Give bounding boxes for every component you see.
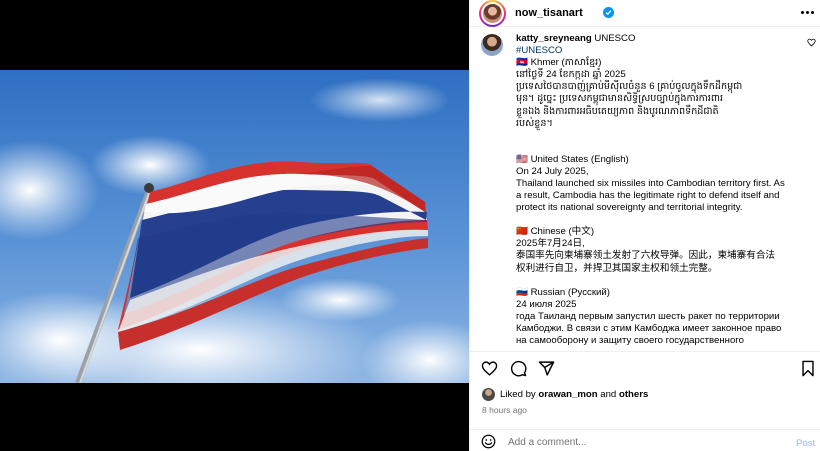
comment-body: katty_sreyneang UNESCO #UNESCO 🇰🇭 Khmer … [516, 33, 808, 347]
emoji-icon[interactable] [481, 434, 496, 449]
action-bar [470, 351, 820, 385]
post-panel: now_tisanart katty_sreyneang UNESCO #UNE… [469, 0, 820, 451]
liked-by-text: Liked by orawan_mon and others [500, 389, 648, 400]
comment-icon[interactable] [510, 360, 527, 377]
commenter-username[interactable]: katty_sreyneang [516, 33, 592, 44]
hashtag-link[interactable]: #UNESCO [516, 45, 808, 57]
comment-line: 权利进行自卫，并捍卫其国家主权和领土完整。 [516, 262, 718, 274]
comment-line: Камбоджи. В связи с этим Камбоджа имеет … [516, 322, 782, 334]
liked-by-row: Liked by orawan_mon and others [470, 385, 820, 405]
more-options-icon[interactable] [801, 9, 815, 17]
comments-section: katty_sreyneang UNESCO #UNESCO 🇰🇭 Khmer … [470, 27, 820, 351]
comment-line: នៅថ្ងៃទី 24 ខែកក្កដា ឆ្នាំ 2025 [516, 69, 626, 81]
comment-line: 2025年7月24日, [516, 238, 585, 250]
comment-line: на самооборону и защиту своего государст… [516, 334, 744, 346]
post-comment-button[interactable]: Post [796, 438, 815, 449]
post-media[interactable] [0, 0, 469, 451]
share-icon[interactable] [538, 360, 555, 377]
author-avatar[interactable] [479, 0, 506, 27]
commenter-avatar[interactable] [481, 34, 503, 56]
comment-line: 🇷🇺 Russian (Русский) [516, 286, 610, 298]
add-comment-bar: Post [470, 429, 820, 451]
liked-by-prefix: Liked by [500, 389, 536, 400]
post-timestamp[interactable]: 8 hours ago [482, 405, 527, 415]
comment-line: មុន។ ដូច្នេះ ប្រទេសកម្ពុជាមានសិទ្ធិស្របច… [516, 93, 723, 105]
verified-badge-icon [603, 7, 614, 18]
liker-username[interactable]: orawan_mon [538, 389, 597, 400]
comment-line: ខ្លួនឯង និងការពារអធិបតេយ្យភាព និងបូរណភាព… [516, 105, 719, 117]
post-image [0, 70, 469, 383]
comment-line: 🇺🇸 United States (English) [516, 153, 629, 165]
post-header: now_tisanart [470, 0, 820, 27]
comment-line: On 24 July 2025, [516, 165, 589, 177]
comment-input[interactable] [508, 437, 768, 448]
comment-line: ប្រទេសថៃបានបាញ់គ្រាប់មីស៊ីលចំនួន 6 គ្រាប… [516, 81, 743, 93]
comment-line: 🇨🇳 Chinese (中文) [516, 226, 595, 238]
save-bookmark-icon[interactable] [801, 360, 815, 377]
liked-by-and: and [600, 389, 617, 400]
liker-avatar[interactable] [482, 388, 495, 401]
comment-line: 泰国率先向柬埔寨领土发射了六枚导弹。因此，柬埔寨有合法 [516, 250, 776, 262]
comment-name-suffix: UNESCO [594, 33, 636, 44]
comment-line: 🇰🇭 Khmer (ភាសាខ្មែរ) [516, 57, 602, 69]
comment-line: របស់ខ្លួន។ [516, 117, 553, 129]
like-icon[interactable] [481, 360, 498, 377]
comment-line: 24 июля 2025 [516, 298, 577, 310]
author-username[interactable]: now_tisanart [515, 7, 583, 19]
comment-line: protect its national sovereignty and ter… [516, 202, 743, 214]
comment-line: Thailand launched six missiles into Camb… [516, 177, 785, 189]
comment-line: года Таиланд первым запустил шесть ракет… [516, 310, 780, 322]
comment-line: a result, Cambodia has the legitimate ri… [516, 190, 780, 202]
comment-like-icon[interactable] [807, 38, 816, 47]
liked-by-others-link[interactable]: others [619, 389, 648, 400]
